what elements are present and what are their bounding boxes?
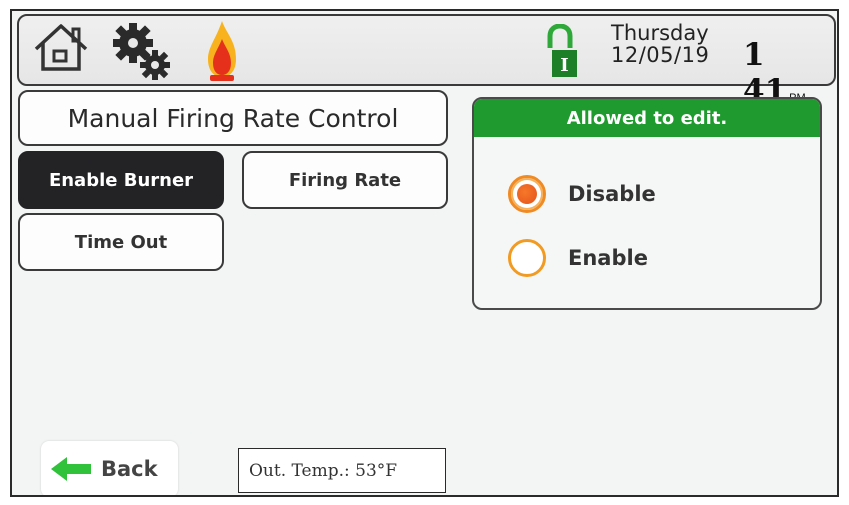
back-arrow-icon (49, 456, 93, 482)
back-label: Back (101, 457, 158, 481)
enable-radio[interactable] (508, 239, 546, 277)
date-label: 12/05/19 (611, 43, 710, 68)
tab-firing-rate[interactable]: Firing Rate (242, 151, 448, 209)
disable-label: Disable (568, 182, 656, 206)
date-display: Thursday 12/05/19 (611, 22, 709, 66)
hmi-screen: I Thursday 12/05/19 1 41PM Manual Firing… (10, 9, 839, 497)
page-title: Manual Firing Rate Control (18, 90, 448, 146)
top-bar: I Thursday 12/05/19 1 41PM (17, 14, 836, 109)
day-label: Thursday (611, 21, 709, 45)
option-enable[interactable]: Enable (508, 239, 648, 277)
gear-icon[interactable] (109, 21, 175, 85)
lock-letter: I (560, 55, 568, 76)
edit-panel-header: Allowed to edit. (474, 99, 820, 137)
tab-time-out[interactable]: Time Out (18, 213, 224, 271)
edit-panel: Allowed to edit. Disable Enable (472, 97, 822, 310)
option-disable[interactable]: Disable (508, 175, 656, 213)
home-icon[interactable] (31, 21, 91, 77)
disable-radio[interactable] (508, 175, 546, 213)
outdoor-temperature: Out. Temp.: 53°F (238, 448, 446, 493)
enable-label: Enable (568, 246, 648, 270)
lock-icon: I (544, 23, 578, 84)
flame-icon[interactable] (204, 19, 240, 87)
tab-enable-burner[interactable]: Enable Burner (18, 151, 224, 209)
back-button[interactable]: Back (41, 441, 178, 495)
